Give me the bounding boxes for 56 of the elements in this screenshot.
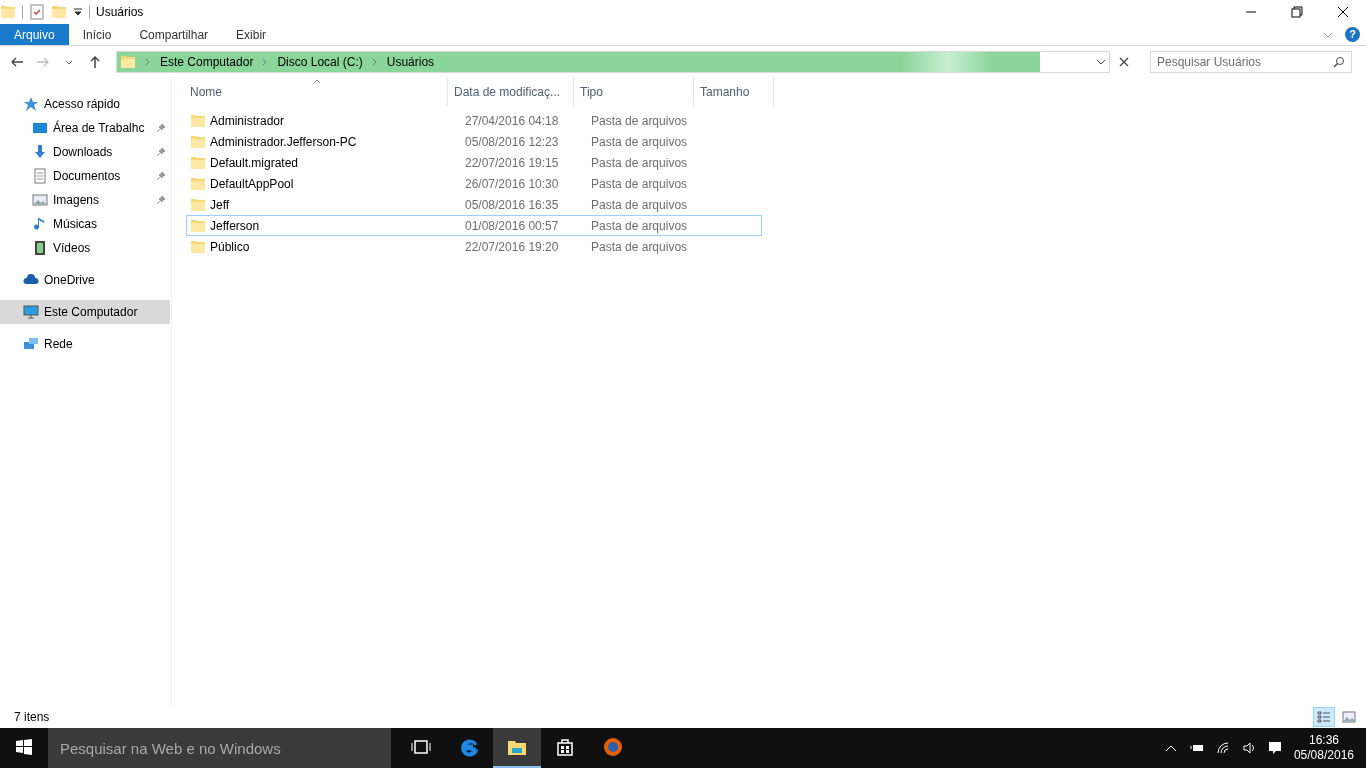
file-name: Público bbox=[209, 238, 251, 256]
taskbar-search-field[interactable]: Pesquisar na Web e no Windows bbox=[48, 728, 391, 768]
sidebar-item[interactable]: Músicas bbox=[0, 212, 170, 236]
sidebar-item[interactable]: Vídeos bbox=[0, 236, 170, 260]
help-button[interactable]: ? bbox=[1345, 27, 1360, 42]
search-field[interactable]: Pesquisar Usuários bbox=[1150, 51, 1352, 73]
date-cell-text: 01/08/2016 00:57 bbox=[464, 217, 560, 235]
file-row[interactable]: Administrador.Jefferson-PC 05/08/2016 12:23 Pasta de arquivos bbox=[186, 131, 762, 152]
type-cell-text: Pasta de arquivos bbox=[590, 217, 689, 235]
file-name: Jeff bbox=[209, 196, 231, 214]
type-cell-text: Pasta de arquivos bbox=[590, 196, 689, 214]
file-name: Administrador bbox=[209, 112, 286, 130]
sidebar-item[interactable]: Área de Trabalhc bbox=[0, 116, 170, 140]
sidebar-item[interactable]: Rede bbox=[0, 332, 170, 356]
clock-text[interactable]: 16:36 05/08/2016 bbox=[1293, 733, 1354, 763]
type-cell-text: Pasta de arquivos bbox=[590, 133, 689, 151]
address-bar[interactable]: Este Computador Disco Local (C:) Usuários bbox=[116, 51, 1110, 73]
window-title: Usuários bbox=[96, 4, 144, 21]
sidebar-item[interactable]: Documentos bbox=[0, 164, 170, 188]
date-cell-text: 26/07/2016 10:30 bbox=[464, 175, 560, 193]
sidebar-item[interactable]: Imagens bbox=[0, 188, 170, 212]
sidebar-item[interactable]: Acesso rápido bbox=[0, 92, 170, 116]
ribbon-tab[interactable]: Compartilhar bbox=[125, 24, 223, 45]
file-row[interactable]: Jefferson 01/08/2016 00:57 Pasta de arquivos bbox=[186, 215, 762, 236]
column-header[interactable]: Data de modificaç... bbox=[448, 78, 574, 106]
ribbon-tab[interactable]: Exibir bbox=[222, 24, 281, 45]
type-cell-text: Pasta de arquivos bbox=[590, 238, 689, 256]
date-cell-text: 05/08/2016 16:35 bbox=[464, 196, 560, 214]
sidebar-item[interactable]: OneDrive bbox=[0, 268, 170, 292]
file-row[interactable]: Jeff 05/08/2016 16:35 Pasta de arquivos bbox=[186, 194, 762, 215]
type-cell-text: Pasta de arquivos bbox=[590, 154, 689, 172]
column-header[interactable]: Tamanho bbox=[694, 78, 774, 106]
file-name: Default.migrated bbox=[209, 154, 300, 172]
file-name: DefaultAppPool bbox=[209, 175, 295, 193]
breadcrumb-link[interactable]: Disco Local (C:) bbox=[273, 53, 367, 71]
ribbon-tab[interactable]: Arquivo bbox=[0, 24, 69, 45]
file-row[interactable]: DefaultAppPool 26/07/2016 10:30 Pasta de arquivos bbox=[186, 173, 762, 194]
date-cell-text: 27/04/2016 04:18 bbox=[464, 112, 560, 130]
date-cell-text: 22/07/2016 19:20 bbox=[464, 238, 560, 256]
column-header[interactable]: Tipo bbox=[574, 78, 694, 106]
date-cell-text: 22/07/2016 19:15 bbox=[464, 154, 560, 172]
file-name: Jefferson bbox=[209, 217, 261, 235]
breadcrumb-link[interactable]: Este Computador bbox=[156, 53, 258, 71]
type-cell-text: Pasta de arquivos bbox=[590, 175, 689, 193]
type-cell-text: Pasta de arquivos bbox=[590, 112, 689, 130]
file-row[interactable]: Default.migrated 22/07/2016 19:15 Pasta de arquivos bbox=[186, 152, 762, 173]
sidebar-item[interactable]: Este Computador bbox=[0, 300, 170, 324]
item-count: 7 itens bbox=[14, 709, 50, 726]
file-row[interactable]: Público 22/07/2016 19:20 Pasta de arquivos bbox=[186, 236, 762, 257]
column-header[interactable]: Nome bbox=[186, 78, 448, 106]
file-name: Administrador.Jefferson-PC bbox=[209, 133, 358, 151]
ribbon-tab[interactable]: Início bbox=[68, 24, 126, 45]
breadcrumb-link[interactable]: Usuários bbox=[382, 53, 439, 71]
date-cell-text: 05/08/2016 12:23 bbox=[464, 133, 560, 151]
file-row[interactable]: Administrador 27/04/2016 04:18 Pasta de arquivos bbox=[186, 110, 762, 131]
sidebar-item[interactable]: Downloads bbox=[0, 140, 170, 164]
